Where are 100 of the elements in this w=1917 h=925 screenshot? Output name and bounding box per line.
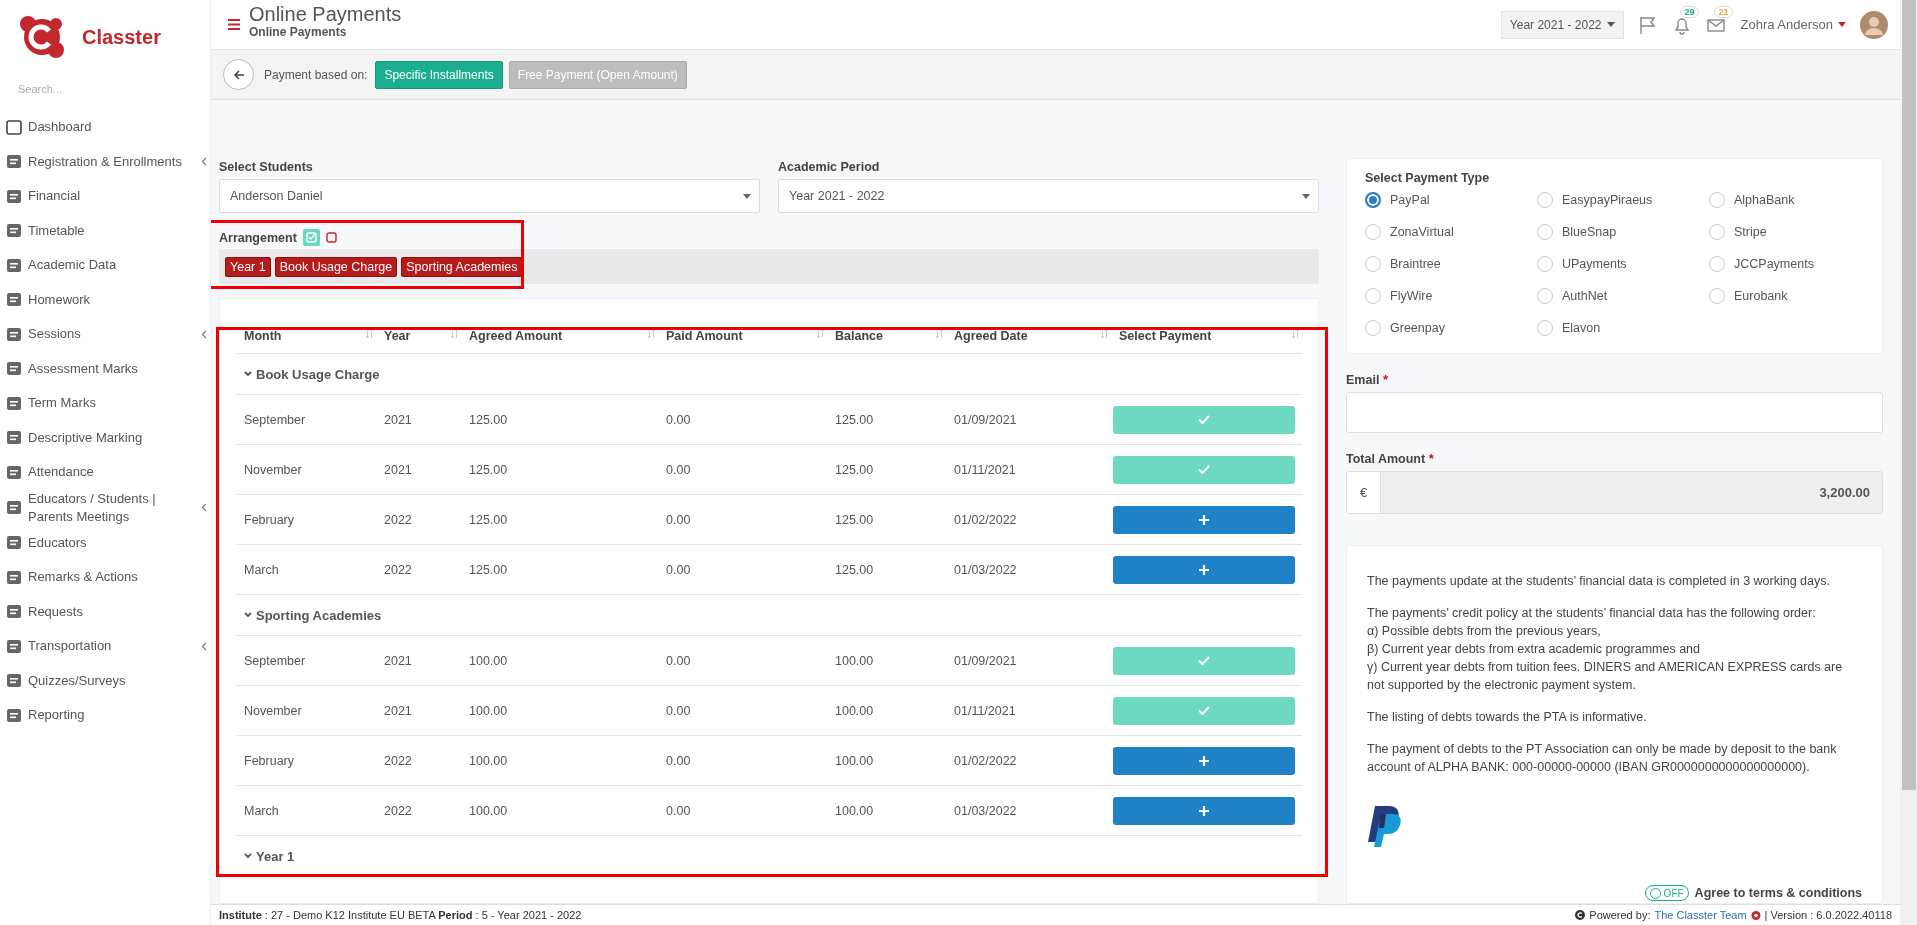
paid-button[interactable] [1113,696,1295,725]
table-cell-text: 100.00 [834,803,875,818]
sidebar-item[interactable]: Transportation [0,629,210,664]
group-header[interactable]: Year 1 [236,836,1302,877]
radio-option[interactable]: AuthNet [1537,285,1709,307]
sidebar-item[interactable]: Quizzes/Surveys [0,663,210,698]
radio-circle[interactable] [1365,192,1381,208]
paid-button[interactable] [1113,646,1295,675]
check-icon [1198,656,1210,665]
add-payment-button[interactable] [1113,746,1295,775]
radio-circle[interactable] [1537,224,1553,240]
scrollbar[interactable] [1900,0,1917,925]
sidebar-item[interactable]: Financial [0,179,210,214]
sidebar-item[interactable]: Sessions [0,317,210,352]
radio-circle[interactable] [1537,192,1553,208]
sidebar-item[interactable]: Timetable [0,213,210,248]
radio-option[interactable]: UPayments [1537,253,1709,275]
select-field[interactable]: Anderson Daniel [219,179,760,213]
add-payment-button[interactable] [1113,796,1295,825]
radio-option[interactable]: EasypayPiraeus [1537,189,1709,211]
tag[interactable]: Year 1 [225,256,271,277]
info-text: The payments’ credit policy at the students’ financial data has the following order: [1367,605,1817,622]
radio-circle[interactable] [1709,224,1725,240]
radio-circle[interactable] [1537,288,1553,304]
tag[interactable]: Book Usage Charge [274,256,398,277]
scrollbar-thumb[interactable] [1901,0,1916,790]
radio-circle[interactable] [1709,256,1725,272]
sidebar-item[interactable]: Term Marks [0,386,210,421]
paypal-logo [1367,806,1401,848]
group-header[interactable]: Book Usage Charge [236,354,1302,395]
table-cell-text: 0.00 [665,753,692,768]
add-payment-button[interactable] [1113,505,1295,534]
radio-option[interactable]: AlphaBank [1709,189,1864,211]
radio-option[interactable]: Elavon [1537,317,1709,339]
add-payment-button[interactable] [1113,555,1295,584]
table-cell-text: 2021 [383,462,413,477]
info-text: The payments update at the students’ financial data is completed in 3 working days. [1367,573,1831,590]
radio-option[interactable]: Stripe [1709,221,1864,243]
radio-circle[interactable] [1365,320,1381,336]
radio-circle[interactable] [1365,224,1381,240]
check-square-icon[interactable] [302,229,320,246]
back-button[interactable] [223,59,254,90]
sidebar-item[interactable]: Dashboard [0,110,210,145]
team-link[interactable]: The Classter Team [1654,909,1747,921]
radio-option[interactable]: FlyWire [1365,285,1537,307]
arrow-left-icon [232,68,245,81]
column-header[interactable]: Balance [827,329,946,343]
sidebar-item[interactable]: Educators [0,525,210,560]
sidebar-item[interactable]: Registration & Enrollments [0,144,210,179]
table-cell-text: 2022 [383,512,413,527]
powered-label: Powered by: [1589,909,1651,921]
radio-option[interactable]: Greenpay [1365,317,1537,339]
sidebar-item[interactable]: Attendance [0,455,210,490]
table-cell-text: 125.00 [834,562,875,577]
message-badge: 21 [1714,5,1733,18]
sidebar-item[interactable]: Remarks & Actions [0,560,210,595]
radio-option[interactable]: BlueSnap [1537,221,1709,243]
paid-button[interactable] [1113,455,1295,484]
group-header[interactable]: Sporting Academies [236,595,1302,636]
radio-circle[interactable] [1709,192,1725,208]
radio-circle[interactable] [1365,288,1381,304]
chevron-down-icon [244,371,252,377]
column-header[interactable]: Select Payment [1111,329,1302,343]
radio-option[interactable]: Eurobank [1709,285,1864,307]
sidebar-item[interactable]: Reporting [0,698,210,733]
radio-option[interactable]: PayPal [1365,189,1537,211]
column-header[interactable]: Agreed Date [946,329,1111,343]
year-dropdown[interactable]: Year 2021 - 2022 [1500,10,1625,39]
tag[interactable]: Sporting Academies [401,256,523,277]
radio-circle[interactable] [1365,256,1381,272]
sidebar-item[interactable]: Academic Data [0,248,210,283]
copyright-icon [1575,910,1586,920]
sidebar-item[interactable]: Homework [0,282,210,317]
radio-circle[interactable] [1709,288,1725,304]
radio-option[interactable]: ZonaVirtual [1365,221,1537,243]
column-header[interactable]: Year [376,329,461,343]
sidebar-item[interactable]: Requests [0,594,210,629]
user-menu[interactable]: Zohra Anderson [1740,17,1846,32]
table-cell-text: 2021 [383,412,413,427]
sidebar-item[interactable]: Educators / Students | Parents Meetings [0,489,210,526]
radio-circle[interactable] [1537,320,1553,336]
table-cell-text: 125.00 [468,412,509,427]
table-cell-text: 2021 [383,653,413,668]
sort-icon [1101,329,1108,338]
column-header[interactable]: Month [236,329,376,343]
square-icon[interactable] [325,232,337,243]
select-field[interactable]: Year 2021 - 2022 [778,179,1319,213]
table-cell-text: 100.00 [468,803,509,818]
radio-option[interactable]: Braintree [1365,253,1537,275]
menu-icon[interactable] [228,19,240,30]
column-header[interactable]: Agreed Amount [461,329,658,343]
radio-circle[interactable] [1537,256,1553,272]
paid-button[interactable] [1113,405,1295,434]
column-header[interactable]: Paid Amount [658,329,827,343]
tag-field[interactable]: Year 1 Book Usage Charge Sporting Academies [219,249,1319,284]
sidebar-item[interactable]: Assessment Marks [0,351,210,386]
sidebar-item[interactable]: Descriptive Marking [0,420,210,455]
email-field[interactable] [1346,392,1883,433]
avatar[interactable] [1860,10,1888,39]
radio-option[interactable]: JCCPayments [1709,253,1864,275]
